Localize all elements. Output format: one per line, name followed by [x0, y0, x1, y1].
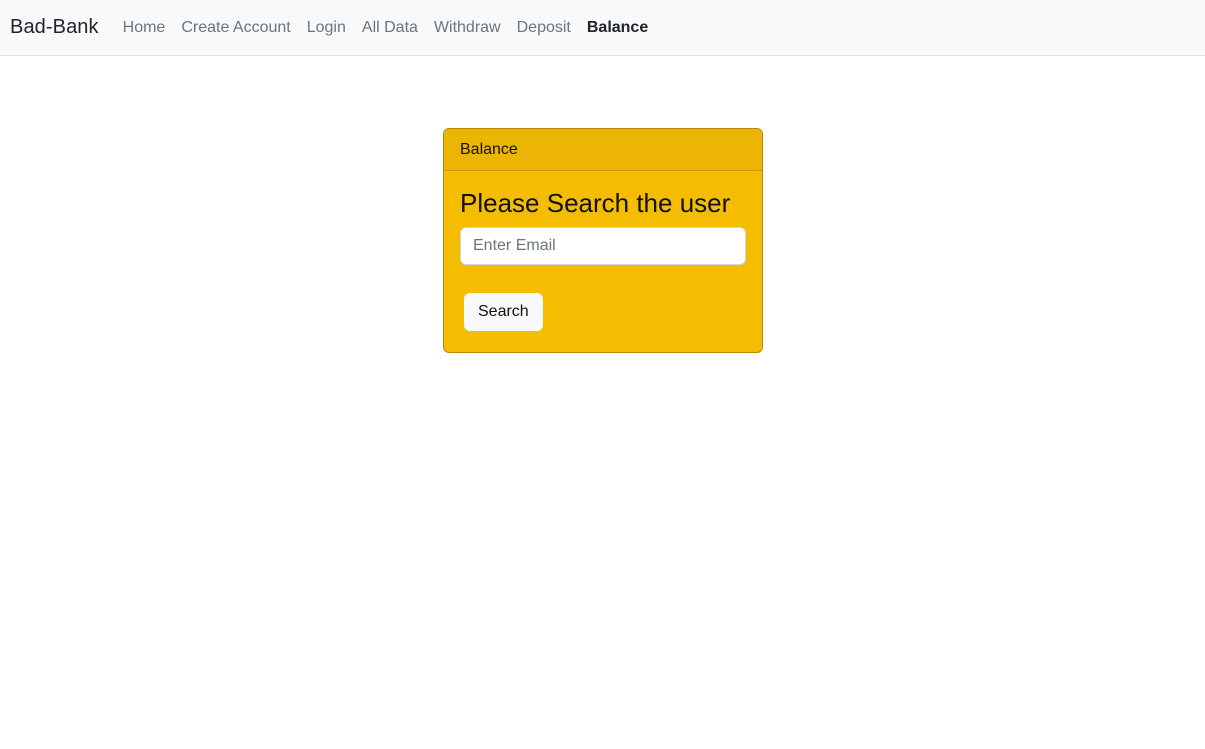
search-button[interactable]: Search	[464, 293, 543, 331]
nav-link-login[interactable]: Login	[307, 19, 346, 37]
card-header: Balance	[444, 129, 762, 171]
nav-link-all-data[interactable]: All Data	[362, 19, 418, 37]
nav-link-withdraw[interactable]: Withdraw	[434, 19, 501, 37]
nav-link-deposit[interactable]: Deposit	[517, 19, 571, 37]
nav-links: Home Create Account Login All Data Withd…	[123, 19, 665, 37]
navbar: Bad-Bank Home Create Account Login All D…	[0, 0, 1205, 56]
card-title: Please Search the user	[460, 188, 731, 218]
email-input[interactable]	[460, 227, 746, 265]
brand-link[interactable]: Bad-Bank	[10, 16, 99, 39]
card-body: Please Search the user Search	[444, 171, 762, 347]
nav-link-create-account[interactable]: Create Account	[181, 19, 290, 37]
nav-link-balance[interactable]: Balance	[587, 19, 648, 37]
nav-link-home[interactable]: Home	[123, 19, 166, 37]
balance-card: Balance Please Search the user Search	[443, 128, 763, 353]
